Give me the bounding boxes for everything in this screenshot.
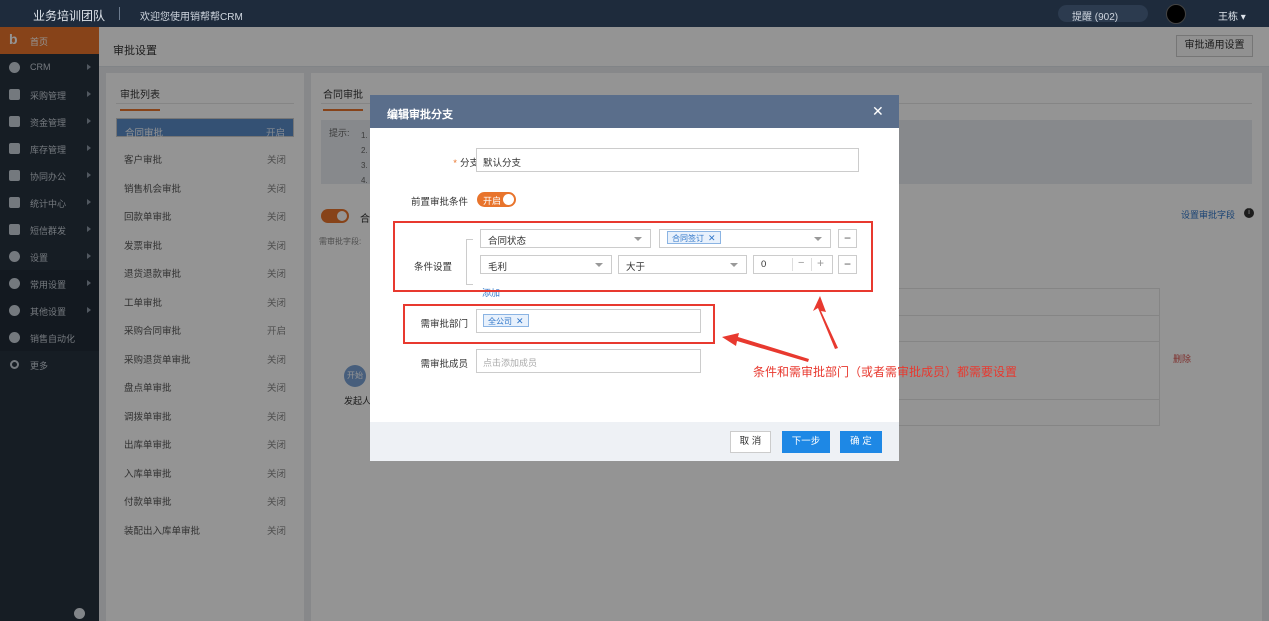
annotation-text: 条件和需审批部门（或者需审批成员）都需要设置 [753,365,1018,379]
annotation-arrows [722,296,838,362]
arrow-to-department [722,333,809,362]
arrow-to-conditions [813,296,838,349]
